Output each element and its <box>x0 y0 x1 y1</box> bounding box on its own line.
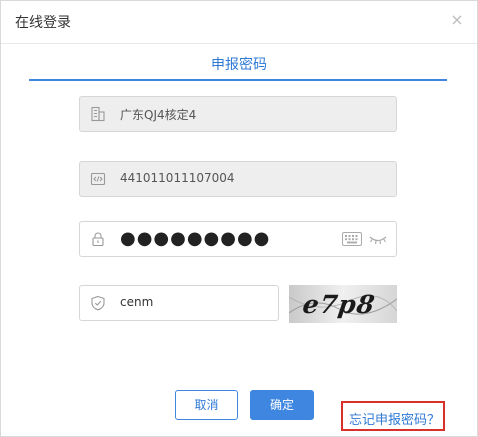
company-name-field: 广东QJ4核定4 <box>79 96 397 132</box>
captcha-image[interactable]: e7p8 <box>289 285 397 323</box>
captcha-text: e7p8 <box>300 290 378 319</box>
close-icon[interactable]: × <box>447 10 467 30</box>
title-bar: 在线登录 × <box>1 1 477 44</box>
lock-icon <box>92 232 104 247</box>
captcha-input-value: cenm <box>120 295 154 309</box>
company-name-value: 广东QJ4核定4 <box>120 108 197 122</box>
shield-icon <box>91 295 105 311</box>
code-icon <box>90 172 106 186</box>
confirm-button[interactable]: 确定 <box>250 390 314 420</box>
keyboard-icon[interactable] <box>342 232 362 246</box>
eye-closed-icon[interactable] <box>368 232 388 246</box>
login-dialog: 在线登录 × 申报密码 广东QJ4核定4 441011011107004 ●●●… <box>0 0 478 437</box>
captcha-input[interactable]: cenm <box>79 285 279 321</box>
tab-underline <box>29 79 447 81</box>
dialog-title: 在线登录 <box>15 15 71 31</box>
forgot-password-highlight: 忘记申报密码？ <box>341 401 445 431</box>
tax-id-value: 441011011107004 <box>120 171 235 185</box>
building-icon <box>91 106 105 122</box>
tab-declare-password[interactable]: 申报密码 <box>1 54 477 74</box>
forgot-password-link[interactable]: 忘记申报密码？ <box>349 409 440 428</box>
password-value: ●●●●●●●●● <box>120 228 271 249</box>
password-field[interactable]: ●●●●●●●●● <box>79 221 397 257</box>
tax-id-field: 441011011107004 <box>79 161 397 197</box>
cancel-button[interactable]: 取消 <box>175 390 238 420</box>
